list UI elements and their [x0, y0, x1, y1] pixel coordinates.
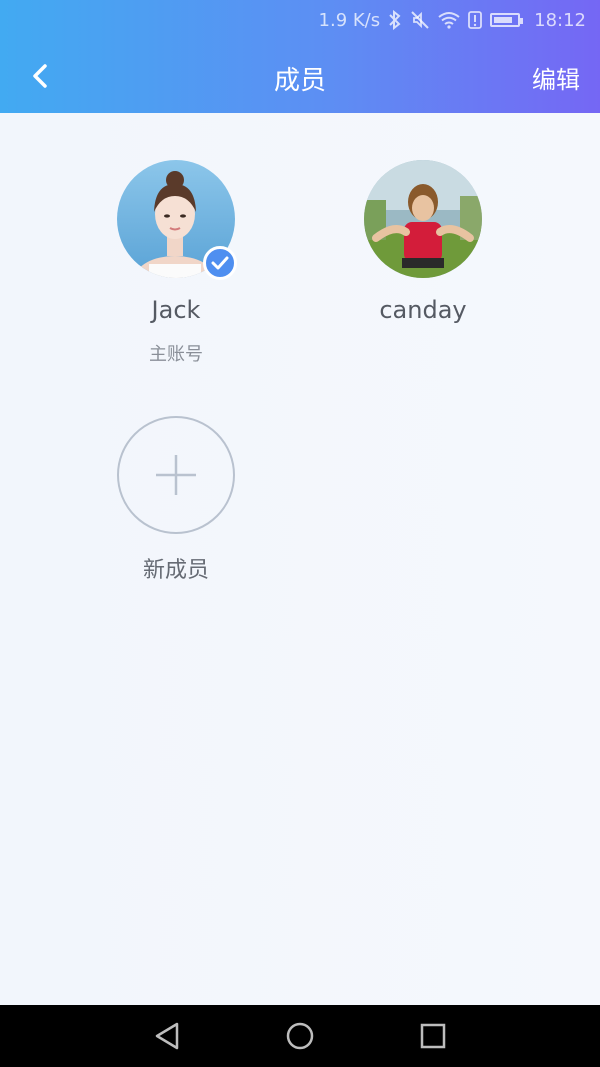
member-name: canday: [379, 296, 467, 324]
avatar[interactable]: [364, 160, 482, 278]
nav-home-button[interactable]: [280, 1016, 320, 1056]
app-header: 1.9 K/s 18:12 成员 编辑: [0, 0, 600, 113]
home-circle-icon: [286, 1022, 314, 1050]
back-triangle-icon: [155, 1022, 178, 1050]
nav-back-button[interactable]: [147, 1016, 187, 1056]
network-speed: 1.9 K/s: [318, 9, 381, 31]
sim-alert-icon: [468, 11, 483, 29]
page-title: 成员: [273, 66, 326, 96]
add-member-button[interactable]: [117, 416, 235, 534]
wifi-icon: [438, 11, 460, 29]
clock: 18:12: [534, 9, 586, 31]
member-item[interactable]: canday: [343, 160, 503, 324]
avatar-photo: [364, 160, 482, 278]
member-name: Jack: [151, 296, 201, 324]
status-bar: 1.9 K/s 18:12: [0, 0, 600, 40]
recents-square-icon: [421, 1023, 446, 1049]
member-role: 主账号: [149, 344, 203, 365]
selected-check-icon: [203, 246, 237, 280]
member-item[interactable]: Jack 主账号: [96, 160, 256, 366]
add-member-item[interactable]: 新成员: [96, 416, 256, 584]
add-member-label: 新成员: [142, 558, 209, 583]
members-grid: Jack 主账号 canday 新成员: [0, 113, 600, 1005]
bluetooth-icon: [388, 10, 402, 30]
avatar[interactable]: [117, 160, 237, 280]
battery-icon: [490, 13, 524, 27]
nav-bar: 成员 编辑: [0, 40, 600, 113]
mute-icon: [410, 10, 430, 30]
system-nav-bar: [0, 1005, 600, 1067]
nav-recents-button[interactable]: [413, 1016, 453, 1056]
plus-icon: [156, 455, 196, 495]
edit-button[interactable]: 编辑: [532, 60, 580, 95]
